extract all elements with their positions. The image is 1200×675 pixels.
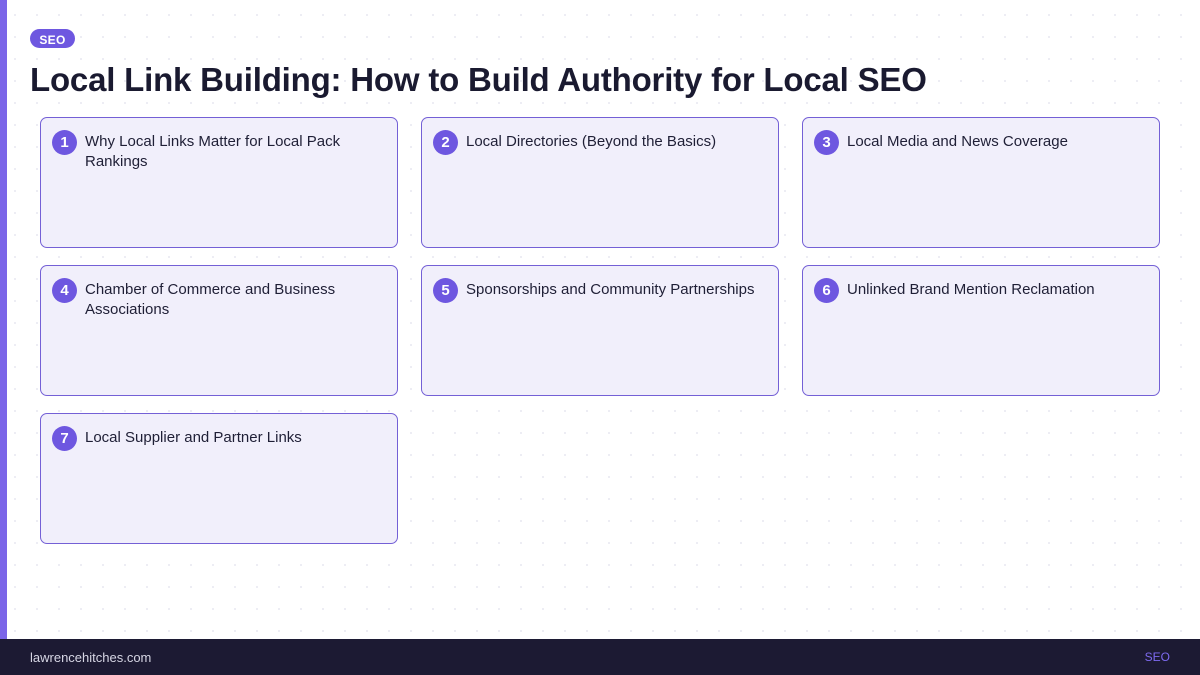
topic-card-7: 7 Local Supplier and Partner Links <box>40 413 398 544</box>
card-title: Sponsorships and Community Partnerships <box>466 281 755 298</box>
left-accent-bar <box>0 0 7 639</box>
card-number-badge: 7 <box>52 426 77 451</box>
topic-card-6: 6 Unlinked Brand Mention Reclamation <box>802 265 1160 396</box>
card-number-badge: 1 <box>52 130 77 155</box>
card-number-badge: 5 <box>433 278 458 303</box>
footer-site-name: lawrencehitches.com <box>30 649 152 665</box>
category-tag: SEO <box>30 29 75 48</box>
topic-card-4: 4 Chamber of Commerce and Business Assoc… <box>40 265 398 396</box>
card-title: Unlinked Brand Mention Reclamation <box>847 281 1095 298</box>
card-number-badge: 4 <box>52 278 77 303</box>
card-number-badge: 6 <box>814 278 839 303</box>
topic-card-grid: 1 Why Local Links Matter for Local Pack … <box>40 117 1160 544</box>
card-title: Local Directories (Beyond the Basics) <box>466 133 717 150</box>
topic-card-2: 2 Local Directories (Beyond the Basics) <box>421 117 779 248</box>
card-title: Chamber of Commerce and Business Associa… <box>85 281 336 318</box>
footer-bar: lawrencehitches.com SEO <box>0 639 1200 675</box>
card-number-badge: 2 <box>433 130 458 155</box>
card-title: Local Media and News Coverage <box>847 133 1068 150</box>
card-number-badge: 3 <box>814 130 839 155</box>
card-title: Local Supplier and Partner Links <box>85 429 302 446</box>
page-title: Local Link Building: How to Build Author… <box>30 61 927 98</box>
topic-card-5: 5 Sponsorships and Community Partnership… <box>421 265 779 396</box>
footer-category-tag: SEO <box>1144 650 1170 664</box>
topic-card-3: 3 Local Media and News Coverage <box>802 117 1160 248</box>
topic-card-1: 1 Why Local Links Matter for Local Pack … <box>40 117 398 248</box>
card-title: Why Local Links Matter for Local Pack Ra… <box>85 133 341 170</box>
